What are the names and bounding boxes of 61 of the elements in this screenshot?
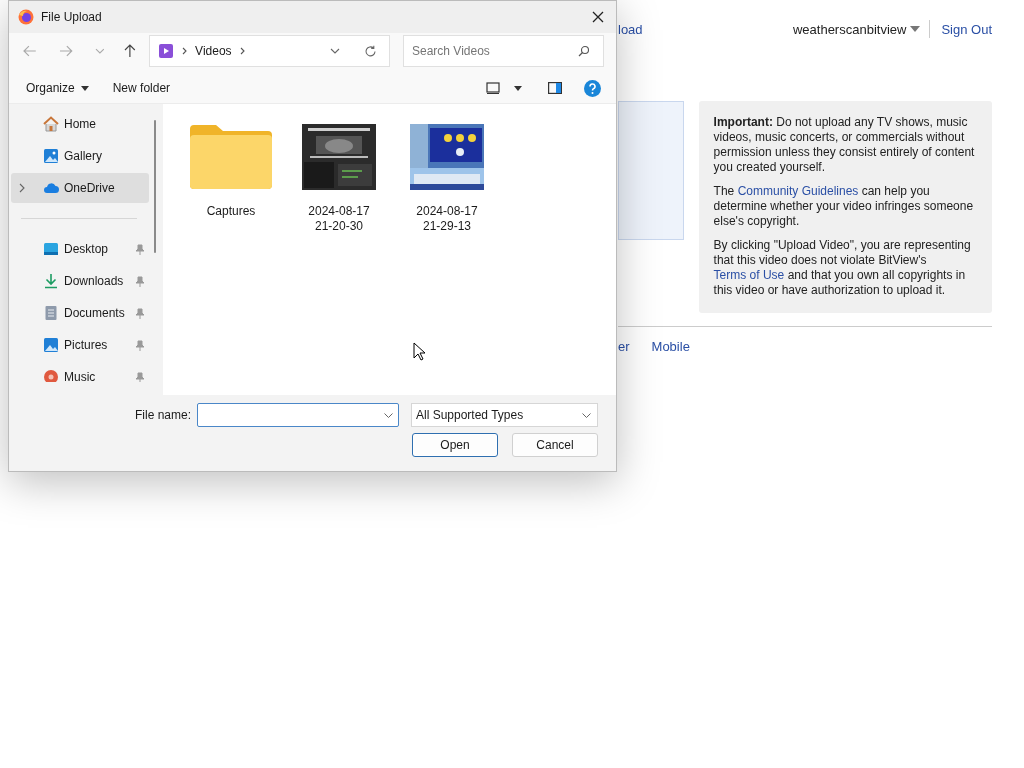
video-folder-icon (158, 43, 175, 59)
file-type-dropdown[interactable]: All Supported Types (411, 403, 598, 427)
pictures-icon (43, 337, 59, 353)
browser-icon (18, 9, 34, 25)
dropdown-icon (582, 412, 591, 418)
file-name-field[interactable] (197, 403, 399, 427)
music-icon (43, 369, 59, 382)
search-icon (578, 45, 590, 57)
notice-link[interactable]: Community Guidelines (737, 184, 859, 198)
preview-pane-icon[interactable] (548, 82, 562, 94)
sidebar-item[interactable]: Desktop (11, 234, 149, 264)
chevron-icon (182, 47, 188, 55)
home-icon (43, 116, 59, 132)
breadcrumb[interactable]: Videos (195, 44, 232, 58)
address-bar[interactable]: Videos (149, 35, 390, 67)
organize-button[interactable]: Organize (26, 81, 75, 95)
sidebar-item[interactable]: OneDrive (11, 173, 149, 203)
dialog-button[interactable]: Open (412, 433, 498, 457)
sidebar-item[interactable]: Documents (11, 298, 149, 328)
document-icon (43, 305, 59, 321)
help-icon[interactable] (584, 79, 601, 97)
sidebar-item[interactable]: Music (11, 362, 149, 382)
notice-paragraph: The Community Guidelines can help you determine whether your video infringes someone else's copyright. (713, 184, 975, 229)
chevron-icon[interactable] (239, 47, 245, 55)
username-menu[interactable]: weatherscanbitview (792, 21, 907, 37)
cursor-icon (413, 342, 426, 361)
sidebar-item[interactable]: Downloads (11, 266, 149, 296)
upload-link[interactable]: load (618, 21, 643, 37)
file-item[interactable]: Captures (187, 122, 275, 219)
close-icon[interactable] (592, 11, 604, 23)
sign-out-link[interactable]: Sign Out (941, 21, 992, 37)
dropdown-icon (384, 413, 393, 418)
search-field[interactable]: Search Videos (403, 35, 604, 67)
cloud-icon (43, 180, 59, 196)
file-item[interactable]: 2024-08-17 21-20-30 (295, 122, 383, 234)
sidebar-item[interactable]: Home (11, 109, 149, 139)
download-icon (43, 273, 59, 289)
view-icon[interactable] (486, 82, 500, 94)
up-icon[interactable] (124, 44, 137, 58)
caret-icon (910, 26, 921, 32)
dropdown-icon[interactable] (330, 48, 340, 54)
file-name-label: File name: (134, 408, 191, 422)
notice-paragraph: Important: Do not upload any TV shows, music videos, music concerts, or commercials without permission unless they consist entirely of content you created yourself. (713, 115, 976, 175)
sidebar-item[interactable]: Gallery (11, 141, 149, 171)
folder-icon (188, 123, 274, 191)
file-item[interactable]: 2024-08-17 21-29-13 (403, 122, 491, 234)
caret-icon[interactable] (514, 85, 522, 91)
notice-paragraph: By clicking "Upload Video", you are representing that this video does not violate BitView's Terms of Use and that you own all copyrights in this video or have authorization to upload it. (713, 238, 972, 298)
desktop-icon (43, 241, 59, 257)
footer-link[interactable]: Mobile (651, 339, 690, 354)
new-folder-button[interactable]: New folder (112, 81, 171, 95)
notice-link[interactable]: Terms of Use (713, 268, 785, 282)
footer-link[interactable]: er (618, 339, 630, 354)
dialog-title: File Upload (41, 10, 103, 24)
gallery-icon (43, 148, 59, 164)
refresh-icon[interactable] (364, 44, 377, 58)
sidebar-item[interactable]: Pictures (11, 330, 149, 360)
caret-icon (80, 85, 89, 91)
expand-icon[interactable] (19, 183, 25, 193)
dialog-button[interactable]: Cancel (512, 433, 598, 457)
scrollbar-thumb[interactable] (154, 120, 156, 253)
